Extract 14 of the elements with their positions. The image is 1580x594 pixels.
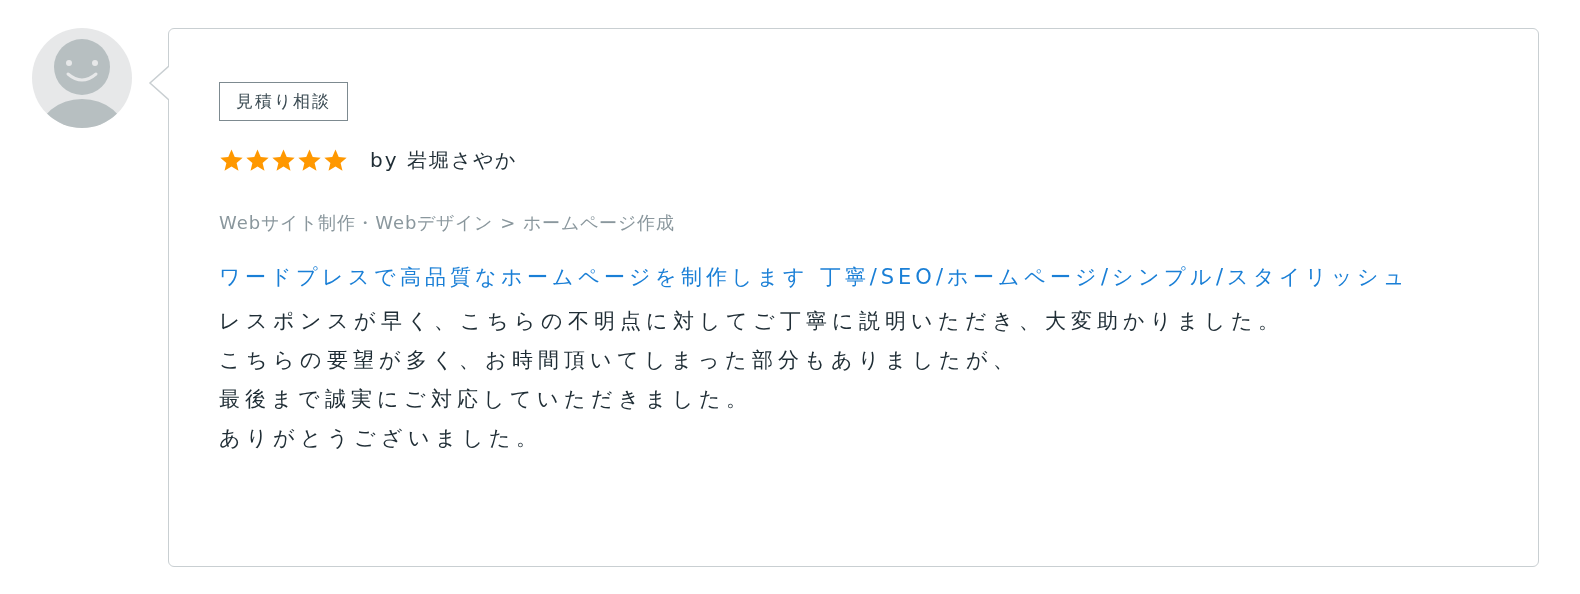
avatar-icon — [32, 28, 132, 128]
star-icon — [297, 147, 322, 173]
review-text: こちらの要望が多く、お時間頂いてしまった部分もありましたが、 — [219, 347, 1019, 374]
review-text: ありがとうございました。 — [219, 425, 542, 452]
star-icon — [219, 147, 244, 173]
star-icon — [245, 147, 270, 173]
author-name: by 岩堀さやか — [370, 147, 517, 174]
tag-label: 見積り相談 — [219, 82, 348, 121]
review-text: 最後まで誠実にご対応していただきました。 — [219, 386, 752, 413]
review-text: レスポンスが早く、こちらの不明点に対してご丁寧に説明いただき、大変助かりました。 — [219, 308, 1284, 335]
star-icon — [323, 147, 348, 173]
category-breadcrumb: Webサイト制作・Webデザイン > ホームページ作成 — [219, 211, 675, 235]
star-icon — [271, 147, 296, 173]
service-link[interactable]: ワードプレスで高品質なホームページを制作します 丁寧/SEO/ホームページ/シンプル/スタイリッシュ — [219, 252, 1410, 302]
